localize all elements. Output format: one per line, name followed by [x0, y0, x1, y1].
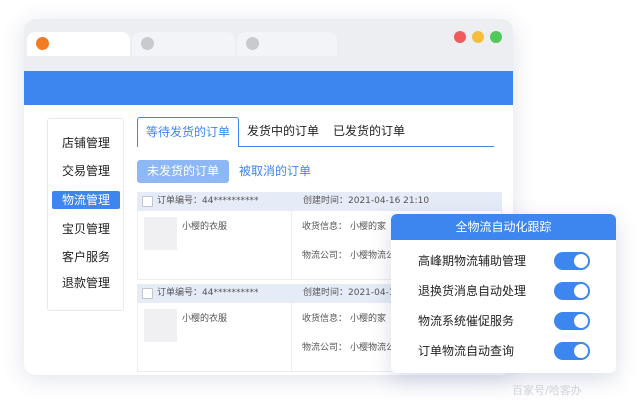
receiver-value: 小樱的家 — [350, 222, 387, 232]
tab-favicon-icon — [246, 37, 259, 50]
sidebar-item-store[interactable]: 店铺管理 — [52, 134, 120, 152]
close-window-icon[interactable] — [454, 31, 466, 43]
feature-label-return-messages: 退换货消息自动处理 — [418, 284, 527, 298]
logistics-label: 物流公司： — [302, 343, 348, 353]
order-header: 订单编号：44********** 创建时间：2021-04-16 21:10 — [137, 192, 502, 211]
order-created-time: 创建时间：2021-04-16 21:10 — [303, 196, 430, 206]
order-select-checkbox[interactable] — [142, 288, 153, 299]
watermark: 百家号/哈客办 — [512, 384, 582, 397]
header-bar — [24, 71, 513, 105]
logistics-info: 物流公司： 小樱物流公 — [302, 248, 395, 261]
receiver-value: 小樱的家 — [350, 314, 387, 324]
feature-label-logistics-reminder: 物流系统催促服务 — [418, 314, 515, 328]
unshipped-orders-button[interactable]: 未发货的订单 — [137, 160, 229, 183]
toggle-knob — [574, 254, 588, 268]
tab-favicon-icon — [36, 37, 49, 50]
logistics-value: 小樱物流公 — [350, 251, 396, 261]
tab-shipping[interactable]: 发货中的订单 — [247, 117, 319, 146]
product-thumbnail[interactable] — [144, 309, 177, 342]
toggle-logistics-reminder[interactable] — [554, 312, 590, 330]
browser-tab-2[interactable] — [132, 32, 235, 56]
toggle-knob — [574, 284, 588, 298]
minimize-window-icon[interactable] — [472, 31, 484, 43]
product-name[interactable]: 小樱的衣服 — [182, 219, 227, 232]
tab-favicon-icon — [141, 37, 154, 50]
toggle-return-messages[interactable] — [554, 282, 590, 300]
title-bar — [24, 19, 513, 71]
receiver-label: 收货信息： — [302, 314, 348, 324]
toggle-auto-query[interactable] — [554, 342, 590, 360]
product-thumbnail[interactable] — [144, 217, 177, 250]
panel-title: 全物流自动化跟踪 — [391, 214, 616, 240]
browser-tab-3[interactable] — [237, 32, 337, 56]
browser-tab-1[interactable] — [27, 32, 130, 56]
order-tabs: 等待发货的订单 发货中的订单 已发货的订单 — [137, 117, 494, 147]
order-number: 订单编号：44********** — [157, 196, 259, 206]
logistics-value: 小樱物流公 — [350, 343, 396, 353]
sidebar: 店铺管理 交易管理 物流管理 宝贝管理 客户服务 退款管理 — [47, 118, 124, 311]
feature-label-auto-query: 订单物流自动查询 — [418, 344, 515, 358]
order-number: 订单编号：44********** — [157, 288, 259, 298]
sidebar-item-products[interactable]: 宝贝管理 — [52, 220, 120, 238]
product-name[interactable]: 小樱的衣服 — [182, 311, 227, 324]
sidebar-item-trade[interactable]: 交易管理 — [52, 162, 120, 180]
sidebar-item-customer-service[interactable]: 客户服务 — [52, 248, 120, 266]
maximize-window-icon[interactable] — [490, 31, 502, 43]
column-divider — [291, 211, 292, 280]
order-select-checkbox[interactable] — [142, 196, 153, 207]
toggle-peak-logistics[interactable] — [554, 252, 590, 270]
sidebar-item-logistics[interactable]: 物流管理 — [52, 191, 120, 209]
logistics-label: 物流公司： — [302, 251, 348, 261]
logistics-automation-panel: 全物流自动化跟踪 高峰期物流辅助管理 退换货消息自动处理 物流系统催促服务 订单… — [391, 214, 616, 373]
feature-label-peak-logistics: 高峰期物流辅助管理 — [418, 254, 527, 268]
tab-shipped[interactable]: 已发货的订单 — [333, 117, 405, 146]
receiver-info: 收货信息： 小樱的家 — [302, 219, 386, 232]
toggle-knob — [574, 344, 588, 358]
cancelled-orders-link[interactable]: 被取消的订单 — [239, 160, 311, 183]
column-divider — [291, 303, 292, 372]
receiver-label: 收货信息： — [302, 222, 348, 232]
receiver-info: 收货信息： 小樱的家 — [302, 311, 386, 324]
toggle-knob — [574, 314, 588, 328]
tab-awaiting-shipment[interactable]: 等待发货的订单 — [137, 117, 239, 147]
logistics-info: 物流公司： 小樱物流公 — [302, 340, 395, 353]
sidebar-item-refunds[interactable]: 退款管理 — [52, 274, 120, 292]
